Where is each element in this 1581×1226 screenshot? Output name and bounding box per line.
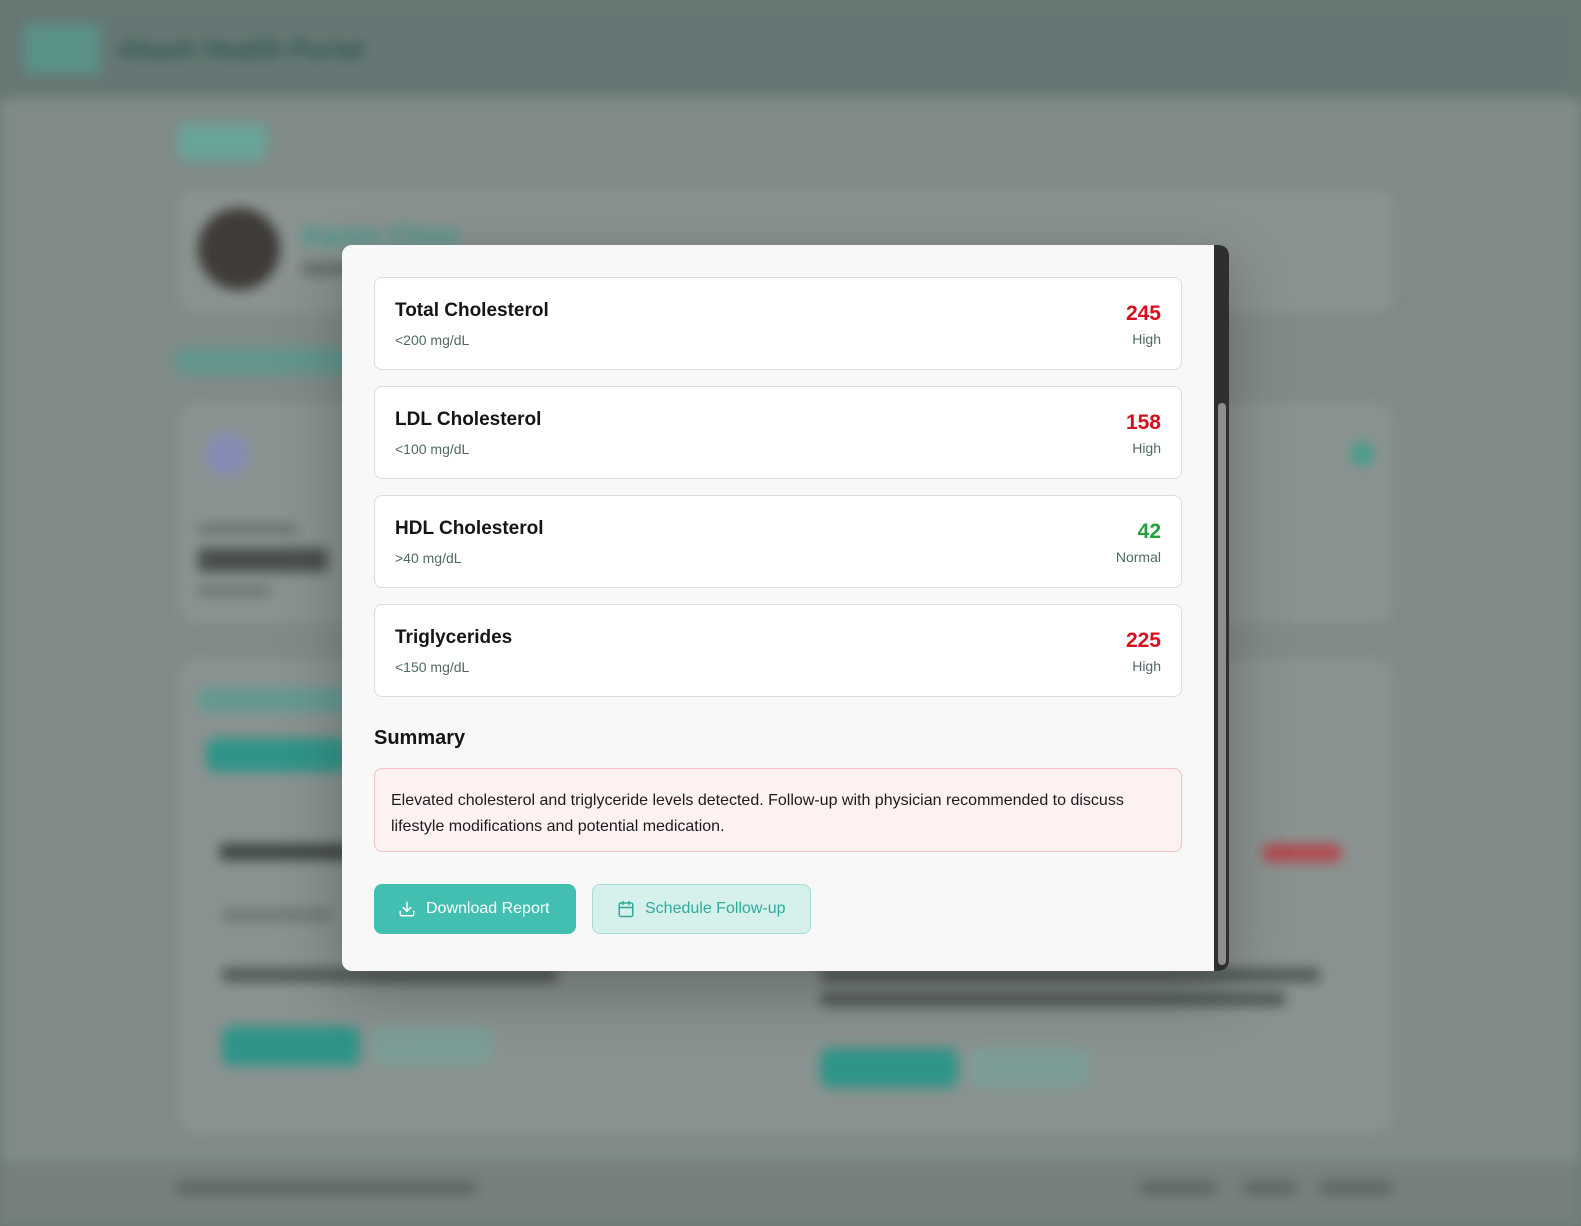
- modal-scrollbar[interactable]: [1214, 245, 1229, 971]
- result-range: <100 mg/dL: [395, 441, 470, 457]
- schedule-follow-up-button[interactable]: Schedule Follow-up: [592, 884, 811, 934]
- result-range: <150 mg/dL: [395, 659, 470, 675]
- result-value: 158: [1125, 411, 1161, 434]
- result-value: 42: [1137, 520, 1161, 543]
- result-name: Triglycerides: [395, 627, 513, 648]
- summary-title: Summary: [374, 727, 466, 749]
- download-icon: [399, 901, 415, 917]
- result-value: 245: [1125, 302, 1161, 325]
- result-card-triglycerides: Triglycerides <150 mg/dL 225 High: [374, 604, 1182, 697]
- result-name: HDL Cholesterol: [395, 518, 544, 539]
- result-status: High: [1132, 658, 1161, 674]
- result-status: High: [1132, 331, 1161, 347]
- calendar-icon: [618, 900, 634, 918]
- result-status: High: [1132, 440, 1161, 456]
- lab-results-modal: Total Cholesterol <200 mg/dL 245 High LD…: [342, 245, 1229, 971]
- result-range: >40 mg/dL: [395, 550, 462, 566]
- modal-body: Total Cholesterol <200 mg/dL 245 High LD…: [342, 245, 1214, 971]
- summary-text: Elevated cholesterol and triglyceride le…: [374, 768, 1182, 852]
- result-card-ldl-cholesterol: LDL Cholesterol <100 mg/dL 158 High: [374, 386, 1182, 479]
- download-report-label: Download Report: [426, 900, 550, 917]
- result-name: Total Cholesterol: [395, 300, 549, 321]
- modal-actions: Download Report Schedule Follow-up: [374, 884, 1182, 934]
- scrollbar-thumb[interactable]: [1218, 403, 1226, 965]
- modal-scroll-fade: [342, 245, 1214, 259]
- result-name: LDL Cholesterol: [395, 409, 542, 430]
- schedule-follow-up-label: Schedule Follow-up: [645, 900, 786, 917]
- result-card-total-cholesterol: Total Cholesterol <200 mg/dL 245 High: [374, 277, 1182, 370]
- download-report-button[interactable]: Download Report: [374, 884, 576, 934]
- result-card-hdl-cholesterol: HDL Cholesterol >40 mg/dL 42 Normal: [374, 495, 1182, 588]
- result-range: <200 mg/dL: [395, 332, 470, 348]
- result-value: 225: [1125, 629, 1161, 652]
- result-status: Normal: [1115, 549, 1161, 565]
